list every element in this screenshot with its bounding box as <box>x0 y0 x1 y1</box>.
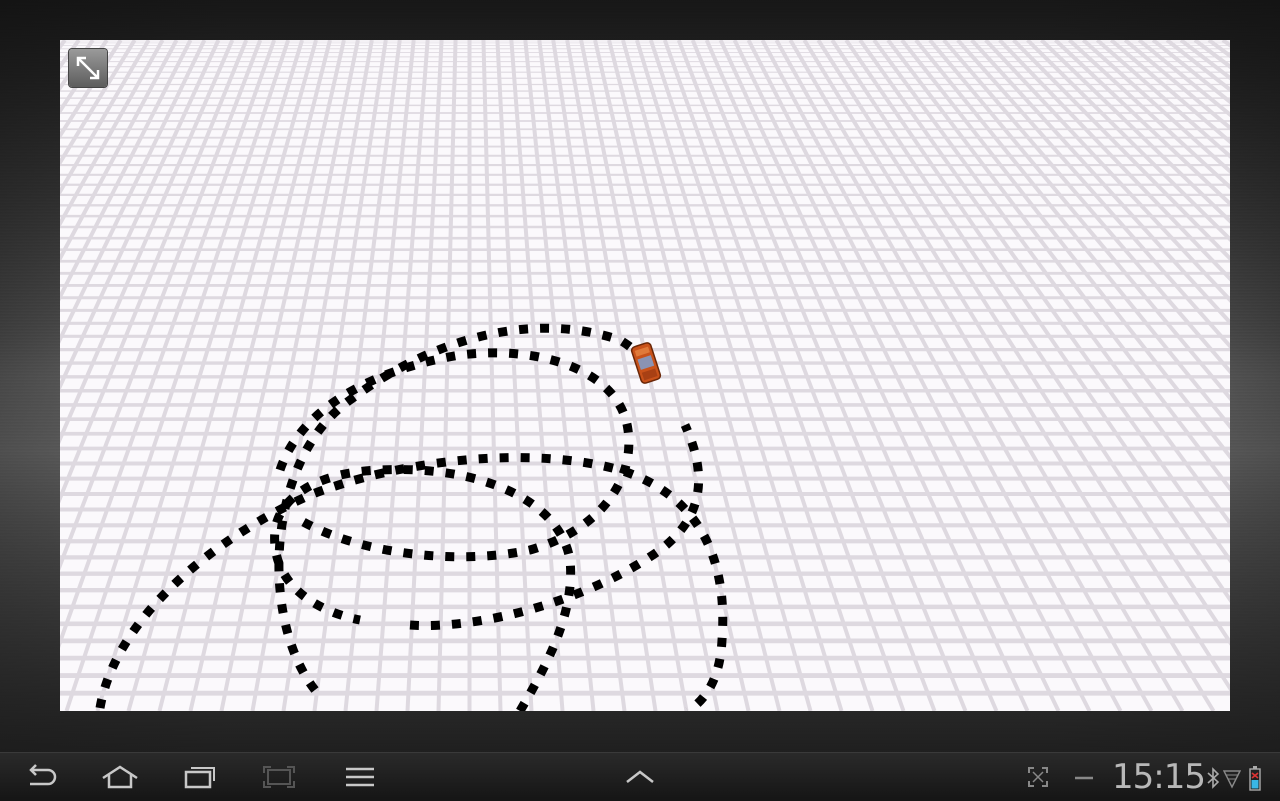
back-icon <box>29 764 57 786</box>
system-navigation-bar: 15:15 <box>0 752 1280 801</box>
signal-indicator <box>1222 765 1242 791</box>
screen-fit-button[interactable] <box>1026 765 1050 789</box>
game-scene[interactable] <box>60 40 1230 711</box>
expand-arrows-icon <box>76 56 100 80</box>
status-clock[interactable]: 15:15 <box>1112 757 1206 797</box>
home-icon <box>102 765 138 789</box>
screenshot-icon <box>263 766 295 788</box>
menu-icon <box>346 767 374 787</box>
signal-icon <box>1223 770 1241 789</box>
bluetooth-indicator <box>1205 765 1221 791</box>
screen-fit-icon <box>1028 767 1048 787</box>
menu-button[interactable] <box>338 761 382 793</box>
minus-icon <box>1075 776 1093 780</box>
expand-notifications-button[interactable] <box>618 761 662 793</box>
battery-icon <box>1249 766 1261 791</box>
back-button[interactable] <box>18 761 62 793</box>
screenshot-button[interactable] <box>257 761 301 793</box>
bluetooth-icon <box>1207 767 1219 789</box>
chevron-up-icon <box>626 770 654 783</box>
fullscreen-toggle-button[interactable] <box>69 49 107 87</box>
battery-indicator <box>1247 763 1263 793</box>
recent-apps-button[interactable] <box>178 761 222 793</box>
game-viewport[interactable] <box>60 40 1230 711</box>
recent-apps-icon <box>184 767 215 789</box>
home-button[interactable] <box>98 761 142 793</box>
minus-indicator <box>1072 765 1096 789</box>
